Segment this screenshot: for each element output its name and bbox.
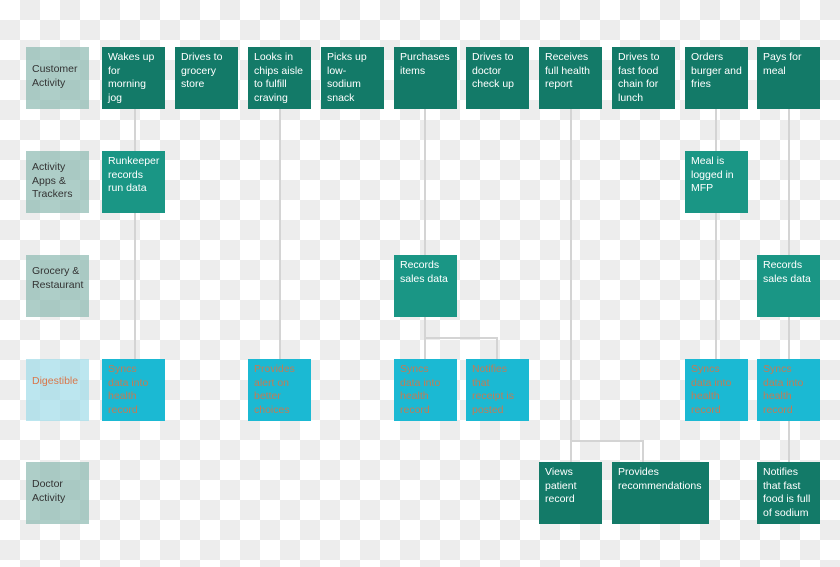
step-drives-grocery: Drives to grocery store bbox=[175, 47, 238, 109]
connector bbox=[570, 440, 644, 442]
doctor-recommendations: Provides recommendations bbox=[612, 462, 709, 524]
row-label-grocery-restaurant: Grocery & Restaurant bbox=[26, 255, 89, 317]
digestible-receipt: Notifies that receipt is posted bbox=[466, 359, 529, 421]
step-chips-aisle: Looks in chips aisle to fulfill craving bbox=[248, 47, 311, 109]
digestible-sync-restaurant: Syncs data into health record bbox=[757, 359, 820, 421]
connector bbox=[424, 109, 426, 359]
row-label-digestible: Digestible bbox=[26, 359, 89, 421]
step-pays-meal: Pays for meal bbox=[757, 47, 820, 109]
restaurant-sales-step: Records sales data bbox=[757, 255, 820, 317]
grocery-sales-step: Records sales data bbox=[394, 255, 457, 317]
step-drives-doctor: Drives to doctor check up bbox=[466, 47, 529, 109]
connector bbox=[424, 337, 498, 339]
step-wakes-up: Wakes up for morning jog bbox=[102, 47, 165, 109]
digestible-sync-meal: Syncs data into health record bbox=[685, 359, 748, 421]
step-health-report: Receives full health report bbox=[539, 47, 602, 109]
step-drives-fast-food: Drives to fast food chain for lunch bbox=[612, 47, 675, 109]
row-label-doctor-activity: Doctor Activity bbox=[26, 462, 89, 524]
connector bbox=[496, 337, 498, 359]
doctor-views-record: Views patient record bbox=[539, 462, 602, 524]
doctor-sodium-notice: Notifies that fast food is full of sodiu… bbox=[757, 462, 820, 524]
step-orders-burger: Orders burger and fries bbox=[685, 47, 748, 109]
connector bbox=[570, 109, 572, 462]
mfp-step: Meal is logged in MFP bbox=[685, 151, 748, 213]
digestible-alert: Provides alert on better choices bbox=[248, 359, 311, 421]
connector bbox=[715, 109, 717, 359]
step-purchases-items: Purchases items bbox=[394, 47, 457, 109]
step-low-sodium-snack: Picks up low-sodium snack bbox=[321, 47, 384, 109]
row-label-customer-activity: Customer Activity bbox=[26, 47, 89, 109]
connector bbox=[279, 109, 281, 359]
connector bbox=[134, 109, 136, 359]
row-label-activity-apps: Activity Apps & Trackers bbox=[26, 151, 89, 213]
digestible-sync-sales: Syncs data into health record bbox=[394, 359, 457, 421]
connector bbox=[642, 440, 644, 462]
digestible-sync-run: Syncs data into health record bbox=[102, 359, 165, 421]
runkeeper-step: Runkeeper records run data bbox=[102, 151, 165, 213]
